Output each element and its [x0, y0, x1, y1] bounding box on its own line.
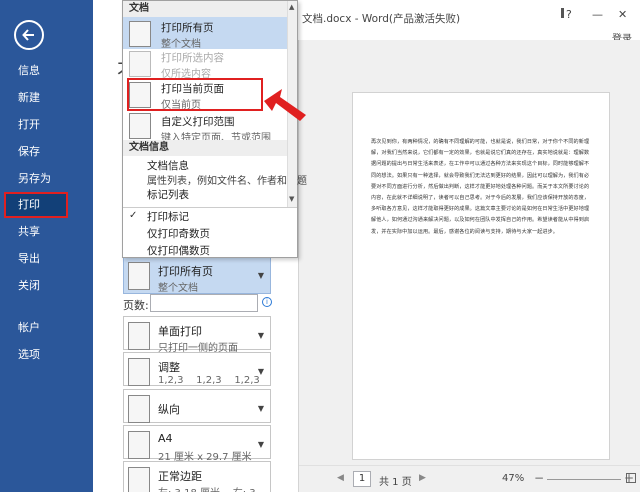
- next-page-icon[interactable]: ▶: [419, 473, 426, 483]
- prev-page-icon[interactable]: ◀: [337, 473, 344, 483]
- menu-item-print-all[interactable]: 打印所有页 整个文档: [123, 17, 287, 50]
- menu-item-print-markup[interactable]: 打印标记: [147, 209, 189, 224]
- paper-icon: [128, 431, 150, 459]
- pages-label: 页数:: [123, 299, 149, 312]
- custom-range-icon: [129, 113, 151, 139]
- menu-item-doc-info[interactable]: 文档信息: [147, 158, 189, 173]
- print-range-dropdown[interactable]: 打印所有页 整个文档 ▼: [123, 256, 271, 294]
- chevron-down-icon: ▼: [257, 404, 264, 413]
- margins-dropdown[interactable]: 正常边距 左: 3.18 厘米 右: 3...: [123, 461, 271, 492]
- menu-item-title: 打印当前页面: [161, 83, 224, 95]
- window-title: 文档.docx - Word(产品激活失败): [302, 13, 461, 25]
- collate-title: 调整: [158, 361, 180, 374]
- sides-title: 单面打印: [158, 325, 202, 338]
- nav-item-close[interactable]: 关闭: [0, 273, 93, 299]
- zoom-to-page-icon[interactable]: [626, 473, 636, 483]
- document-icon: [129, 21, 151, 47]
- menu-item-print-current-page[interactable]: 打印当前页面 仅当前页: [127, 78, 263, 111]
- back-button[interactable]: [14, 20, 44, 50]
- collate-icon: [128, 358, 150, 386]
- menu-item-title: 自定义打印范围: [161, 116, 235, 128]
- chevron-down-icon: ▼: [257, 367, 264, 376]
- annotation-arrow-icon: [264, 89, 306, 121]
- minimize-button[interactable]: —: [592, 8, 603, 21]
- document-icon: [128, 262, 150, 290]
- close-button[interactable]: ✕: [618, 8, 627, 21]
- sides-dropdown[interactable]: 单面打印 只打印一侧的页面 ▼: [123, 316, 271, 354]
- nav-item-export[interactable]: 导出: [0, 246, 93, 272]
- check-icon: ✓: [129, 210, 138, 221]
- current-page-icon: [129, 82, 151, 108]
- nav-item-save-as[interactable]: 另存为: [0, 166, 93, 192]
- nav-item-save[interactable]: 保存: [0, 139, 93, 165]
- margins-subtitle: 左: 3.18 厘米 右: 3...: [158, 484, 265, 492]
- title-bar: 文档.docx - Word(产品激活失败) ? — ✕ 登录: [290, 0, 640, 45]
- menu-item-odd-pages[interactable]: 仅打印奇数页: [147, 226, 210, 241]
- chevron-down-icon: ▼: [257, 271, 264, 280]
- page-number-input[interactable]: 1: [353, 471, 371, 487]
- info-icon[interactable]: i: [262, 297, 272, 307]
- collate-subtitle: 1,2,3 1,2,3 1,2,3: [158, 375, 260, 386]
- zoom-slider[interactable]: [547, 479, 621, 480]
- preview-page: 再次见到你，有两种情况，的确有不同理解的可能，也就是说，我们日常，对于你个不同的…: [352, 92, 610, 460]
- menu-item-markup-list[interactable]: 标记列表: [147, 187, 189, 202]
- section-header-doc-info: 文档信息: [123, 140, 297, 156]
- status-bar: ◀ 1 共 1 页 ▶ 47% − +: [299, 465, 640, 492]
- pages-input[interactable]: [150, 294, 258, 312]
- margins-title: 正常边距: [158, 470, 202, 483]
- chevron-down-icon: ▼: [257, 440, 264, 449]
- back-arrow-icon: [22, 29, 34, 41]
- nav-item-share[interactable]: 共享: [0, 219, 93, 245]
- paper-title: A4: [158, 432, 173, 445]
- zoom-slider-thumb[interactable]: [561, 8, 565, 18]
- zoom-out-button[interactable]: −: [534, 471, 544, 485]
- selection-icon: [129, 51, 151, 77]
- chevron-down-icon: ▼: [257, 331, 264, 340]
- preview-page-text: 再次见到你，有两种情况，的确有不同理解的可能，也就是说，我们日常，对于你个不同的…: [371, 139, 590, 235]
- scroll-down-icon[interactable]: ▼: [289, 195, 294, 203]
- collate-dropdown[interactable]: 调整 1,2,3 1,2,3 1,2,3 ▼: [123, 352, 271, 386]
- backstage-nav: 信息 新建 打开 保存 另存为 打印 共享 导出 关闭 帐户 选项: [0, 0, 93, 492]
- nav-item-new[interactable]: 新建: [0, 85, 93, 111]
- menu-item-print-selection[interactable]: 打印所选内容 仅所选内容: [123, 47, 287, 80]
- doc-info-desc: 属性列表，例如文件名、作者和标题: [147, 176, 307, 187]
- orientation-title: 纵向: [158, 403, 180, 416]
- orientation-dropdown[interactable]: 纵向 ▼: [123, 389, 271, 423]
- nav-item-options[interactable]: 选项: [0, 342, 93, 368]
- margins-icon: [128, 467, 150, 492]
- menu-item-title: 打印所有页: [161, 22, 214, 34]
- nav-item-account[interactable]: 帐户: [0, 315, 93, 341]
- help-button[interactable]: ?: [566, 8, 572, 21]
- portrait-icon: [128, 395, 150, 423]
- menu-item-even-pages[interactable]: 仅打印偶数页: [147, 243, 210, 258]
- nav-item-open[interactable]: 打开: [0, 112, 93, 138]
- menu-item-title: 打印所选内容: [161, 52, 224, 64]
- print-range-subtitle: 整个文档: [158, 283, 198, 294]
- one-sided-icon: [128, 322, 150, 350]
- nav-item-print[interactable]: 打印: [4, 192, 68, 218]
- print-range-title: 打印所有页: [158, 265, 213, 278]
- menu-separator: [123, 207, 297, 208]
- page-total: 共 1 页: [379, 477, 412, 488]
- print-range-menu: 文档 打印所有页 整个文档 打印所选内容 仅所选内容 打印当前页面 仅当前页 自…: [122, 0, 307, 258]
- section-header-document: 文档: [123, 1, 297, 17]
- menu-item-subtitle: 仅当前页: [161, 100, 201, 111]
- zoom-level[interactable]: 47%: [502, 473, 524, 484]
- scroll-up-icon[interactable]: ▲: [289, 3, 294, 11]
- paper-size-dropdown[interactable]: A4 21 厘米 x 29.7 厘米 ▼: [123, 425, 271, 463]
- nav-item-info[interactable]: 信息: [0, 58, 93, 84]
